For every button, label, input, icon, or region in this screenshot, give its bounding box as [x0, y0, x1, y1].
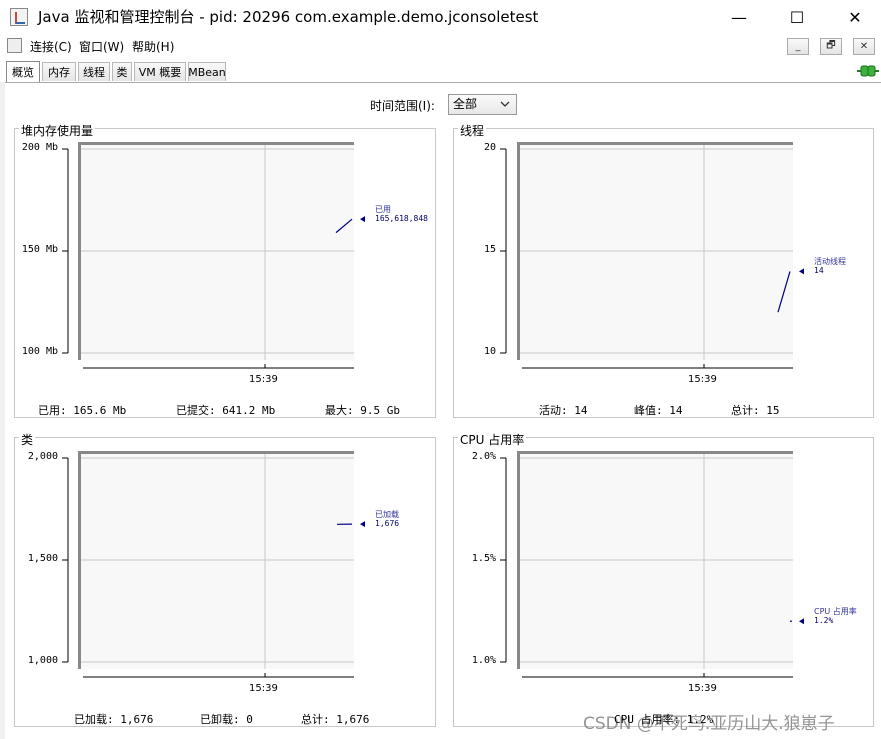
- heap-ytick-label: 200 Mb: [21, 142, 58, 153]
- threads-stat-2: 总计: 15: [731, 404, 780, 417]
- classes-stat-1: 已卸载: 0: [200, 713, 253, 726]
- heap-xtick-label: 15:39: [249, 374, 278, 385]
- classes-legend-marker: [360, 521, 365, 528]
- heap-stat-0: 已用: 165.6 Mb: [38, 404, 127, 417]
- classes-ytick-label: 2,000: [27, 451, 58, 462]
- threads-ytick-label: 15: [483, 244, 496, 255]
- cpu-stat-0: CPU 占用率: 1.2%: [614, 713, 714, 726]
- heap-legend-marker: [360, 216, 365, 223]
- heap-ytick-label: 150 Mb: [21, 244, 58, 255]
- classes-legend-value: 1,676: [375, 519, 400, 529]
- threads-ytick-label: 10: [483, 346, 496, 357]
- heap-series-line: [335, 218, 353, 234]
- heap-stat-1: 已提交: 641.2 Mb: [176, 404, 276, 417]
- cpu-ytick-label: 1.5%: [471, 553, 496, 564]
- threads-stat-0: 活动: 14: [539, 404, 588, 417]
- cpu-ytick-label: 1.0%: [471, 655, 496, 666]
- cpu-legend-marker: [799, 618, 804, 625]
- classes-ytick-label: 1,000: [27, 655, 58, 666]
- cpu-legend-value: 1.2%: [814, 616, 834, 626]
- charts-overlay: [62, 145, 804, 678]
- threads-ytick-label: 20: [483, 142, 496, 153]
- heap-ytick-label: 100 Mb: [21, 346, 58, 357]
- threads-legend-value: 14: [814, 266, 824, 276]
- classes-ytick-label: 1,500: [27, 553, 58, 564]
- classes-stat-2: 总计: 1,676: [301, 713, 370, 726]
- cpu-ytick-label: 2.0%: [471, 451, 496, 462]
- threads-series-line: [777, 271, 791, 313]
- heap-legend-value: 165,618,848: [375, 214, 428, 224]
- heap-stat-2: 最大: 9.5 Gb: [325, 404, 400, 417]
- classes-stat-0: 已加载: 1,676: [74, 713, 154, 726]
- cpu-xtick-label: 15:39: [688, 683, 717, 694]
- threads-xtick-label: 15:39: [688, 374, 717, 385]
- threads-legend-marker: [799, 268, 804, 275]
- classes-xtick-label: 15:39: [249, 683, 278, 694]
- threads-stat-1: 峰值: 14: [634, 404, 683, 417]
